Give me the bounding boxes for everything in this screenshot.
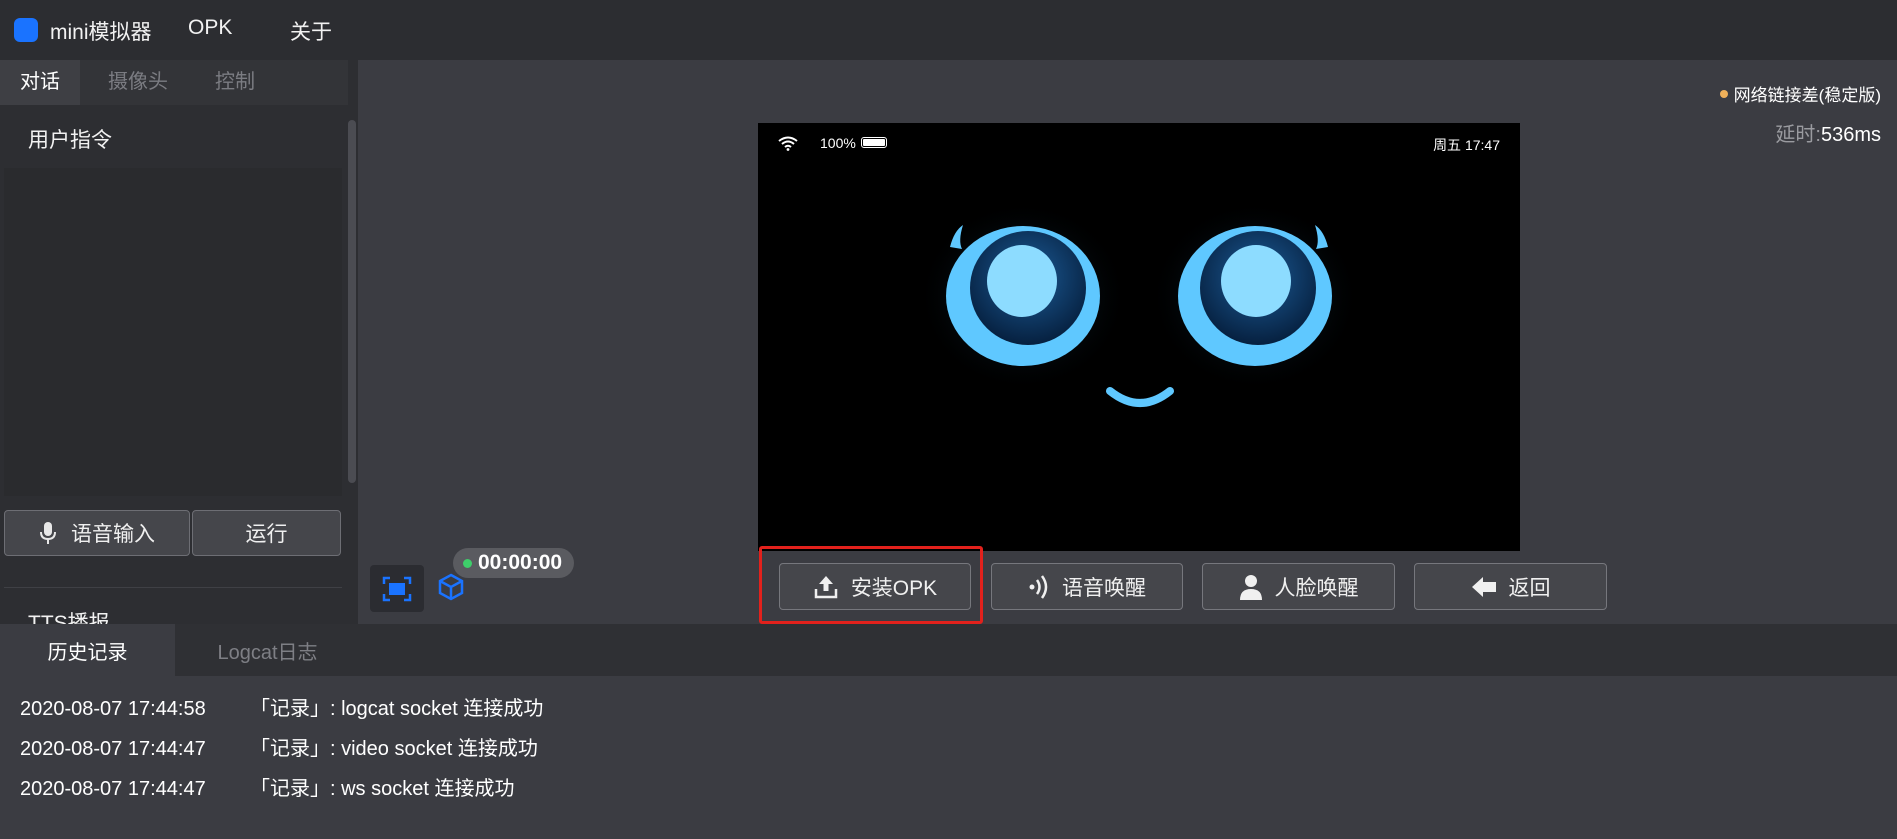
sidebar-scrollbar[interactable] <box>348 120 356 483</box>
face-wake-button[interactable]: 人脸唤醒 <box>1202 563 1395 610</box>
arrow-left-icon <box>1471 576 1496 597</box>
device-screen[interactable]: 100% 周五 17:47 <box>758 123 1520 551</box>
title-bar: mini模拟器 OPK 关于 <box>0 0 1897 60</box>
timer-value: 00:00:00 <box>478 551 563 574</box>
panel-tabs: 对话 摄像头 控制 <box>0 60 348 105</box>
log-message: 「记录」: ws socket 连接成功 <box>250 778 515 800</box>
log-entry: 2020-08-07 17:44:47 「记录」: video socket 连接… <box>20 732 538 761</box>
tab-camera[interactable]: 摄像头 <box>96 60 180 105</box>
network-status-text: 网络链接差(稳定版) <box>1733 86 1881 105</box>
menu-about[interactable]: 关于 <box>290 16 332 46</box>
section-divider <box>4 587 342 588</box>
person-icon <box>1239 574 1262 600</box>
mouth <box>1106 387 1174 407</box>
tab-logcat[interactable]: Logcat日志 <box>180 624 355 676</box>
tab-control[interactable]: 控制 <box>200 60 270 105</box>
tab-dialog[interactable]: 对话 <box>0 60 80 105</box>
log-message: 「记录」: logcat socket 连接成功 <box>250 698 544 720</box>
microphone-icon <box>40 522 56 544</box>
log-time: 2020-08-07 17:44:47 <box>20 778 206 800</box>
network-status-dot <box>1719 89 1728 98</box>
robot-face <box>918 201 1360 407</box>
voice-input-button[interactable]: 语音输入 <box>4 510 190 556</box>
user-command-input[interactable] <box>4 168 342 496</box>
recording-timer: 00:00:00 <box>453 548 575 578</box>
right-eye <box>1150 201 1360 391</box>
network-status: 网络链接差(稳定版) <box>1719 81 1881 106</box>
log-message: 「记录」: video socket 连接成功 <box>250 738 538 760</box>
run-button[interactable]: 运行 <box>192 510 341 556</box>
log-time: 2020-08-07 17:44:58 <box>20 698 206 720</box>
latency-label: 延时: <box>1775 124 1821 146</box>
screen-capture-icon <box>382 576 412 601</box>
left-eye <box>918 201 1128 391</box>
log-time: 2020-08-07 17:44:47 <box>20 738 206 760</box>
log-tabs: 历史记录 Logcat日志 <box>0 624 1897 676</box>
latency-readout: 延时:536ms <box>1775 118 1881 147</box>
back-label: 返回 <box>1508 576 1551 600</box>
app-title: mini模拟器 <box>50 21 152 44</box>
screen-capture-button[interactable] <box>370 565 424 612</box>
left-panel: 对话 摄像头 控制 用户指令 语音输入 运行 TTS播报 <box>0 60 358 690</box>
highlight-box <box>759 546 983 624</box>
app-logo <box>14 18 38 42</box>
voice-wake-label: 语音唤醒 <box>1062 576 1146 600</box>
log-entry: 2020-08-07 17:44:58 「记录」: logcat socket 连… <box>20 692 543 721</box>
user-command-title: 用户指令 <box>28 129 112 152</box>
recording-status-dot <box>463 558 472 568</box>
voice-wake-button[interactable]: 语音唤醒 <box>991 563 1183 610</box>
tab-history[interactable]: 历史记录 <box>0 624 175 676</box>
face-wake-label: 人脸唤醒 <box>1274 576 1359 600</box>
menu-opk[interactable]: OPK <box>188 16 232 40</box>
latency-value: 536ms <box>1820 124 1881 146</box>
log-entry: 2020-08-07 17:44:47 「记录」: ws socket 连接成功 <box>20 772 514 801</box>
sound-wave-icon <box>1029 574 1048 599</box>
back-button[interactable]: 返回 <box>1414 563 1607 610</box>
voice-input-label: 语音输入 <box>71 523 155 546</box>
